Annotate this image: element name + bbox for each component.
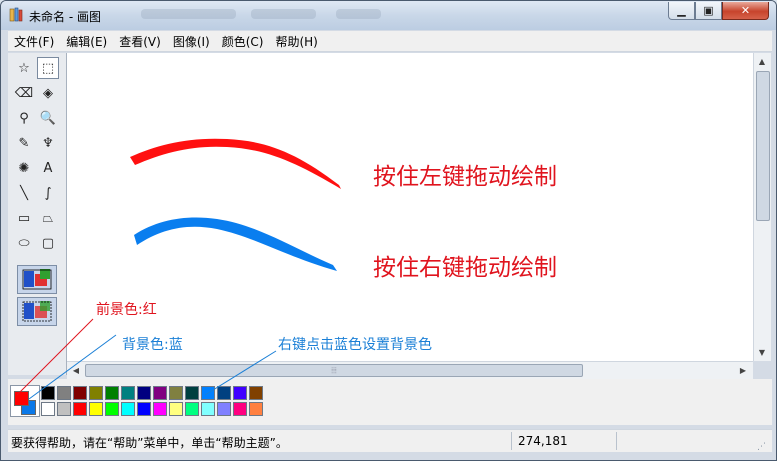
palette-swatch[interactable] xyxy=(73,402,87,416)
rect-select-icon[interactable]: ⬚ xyxy=(37,57,59,79)
palette-swatch[interactable] xyxy=(249,402,263,416)
ellipse-icon[interactable]: ⬭ xyxy=(13,232,35,254)
horizontal-scroll-thumb[interactable]: ⦙⦙⦙ xyxy=(85,364,583,377)
minimize-button[interactable]: ▁ xyxy=(668,2,695,20)
annotation-foreground: 前景色:红 xyxy=(96,302,157,318)
palette-swatch[interactable] xyxy=(185,402,199,416)
palette-swatch[interactable] xyxy=(233,402,247,416)
palette-swatch[interactable] xyxy=(217,402,231,416)
status-help-text: 要获得帮助，请在“帮助”菜单中，单击“帮助主题”。 xyxy=(11,436,288,450)
palette-swatch[interactable] xyxy=(233,386,247,400)
airbrush-icon[interactable]: ✺ xyxy=(13,157,35,179)
palette-swatch[interactable] xyxy=(57,402,71,416)
title-bar[interactable]: 未命名 - 画图 ▁ ▣ ✕ xyxy=(1,1,776,30)
palette-swatch[interactable] xyxy=(201,386,215,400)
palette-swatch[interactable] xyxy=(121,386,135,400)
palette-swatch[interactable] xyxy=(41,402,55,416)
palette-swatch[interactable] xyxy=(121,402,135,416)
rectangle-icon[interactable]: ▭ xyxy=(13,207,35,229)
tool-box: ☆ ⬚ ⌫ ◈ ⚲ 🔍 ✎ ♆ ✺ A ╲ ∫ ▭ ⏢ ⬭ ▢ xyxy=(8,53,67,375)
scroll-down-icon[interactable]: ▼ xyxy=(754,346,770,358)
fill-bucket-icon[interactable]: ◈ xyxy=(37,82,59,104)
status-divider xyxy=(616,432,617,450)
blue-stroke xyxy=(134,217,337,271)
rounded-rect-icon[interactable]: ▢ xyxy=(37,232,59,254)
title-blur-segment xyxy=(251,9,316,19)
palette-swatch[interactable] xyxy=(41,386,55,400)
canvas-text-blue: 按住右键拖动绘制 xyxy=(373,255,557,281)
menu-item-1[interactable]: 编辑(E) xyxy=(60,33,113,50)
tool-option-opaque[interactable] xyxy=(17,265,57,294)
palette-swatch[interactable] xyxy=(217,386,231,400)
eraser-icon[interactable]: ⌫ xyxy=(13,82,35,104)
palette-swatch[interactable] xyxy=(137,402,151,416)
palette-swatch[interactable] xyxy=(169,386,183,400)
foreground-color-box xyxy=(14,391,29,406)
paint-window: 未命名 - 画图 ▁ ▣ ✕ 文件(F) 编辑(E) 查看(V) 图像(I) 颜色(C)… xyxy=(0,0,777,461)
pencil-icon[interactable]: ✎ xyxy=(13,132,35,154)
palette-swatch[interactable] xyxy=(201,402,215,416)
title-blur-segment xyxy=(336,9,381,19)
palette-swatch[interactable] xyxy=(105,386,119,400)
palette-swatch[interactable] xyxy=(89,386,103,400)
palette-swatch[interactable] xyxy=(73,386,87,400)
maximize-button[interactable]: ▣ xyxy=(695,2,722,20)
vertical-scrollbar[interactable]: ▲ ▼ xyxy=(753,53,771,361)
menu-bar: 文件(F) 编辑(E) 查看(V) 图像(I) 颜色(C) 帮助(H) xyxy=(8,31,772,52)
text-icon[interactable]: A xyxy=(37,157,59,179)
palette-swatch[interactable] xyxy=(153,402,167,416)
color-picker-icon[interactable]: ⚲ xyxy=(13,107,35,129)
magnifier-icon[interactable]: 🔍 xyxy=(37,107,59,129)
annotation-background: 背景色:蓝 xyxy=(122,337,183,353)
palette-swatch[interactable] xyxy=(169,402,183,416)
menu-item-0[interactable]: 文件(F) xyxy=(8,33,60,50)
status-coordinates: 274,181 xyxy=(518,434,568,448)
vertical-scroll-thumb[interactable] xyxy=(756,71,770,221)
scroll-right-icon[interactable]: ▶ xyxy=(737,364,749,376)
palette-swatch[interactable] xyxy=(153,386,167,400)
drawing-canvas[interactable]: 按住左键拖动绘制 按住右键拖动绘制 xyxy=(67,53,753,361)
horizontal-scrollbar[interactable]: ◀ ⦙⦙⦙ ▶ xyxy=(67,361,753,379)
palette-swatch[interactable] xyxy=(249,386,263,400)
tool-option-transparent[interactable] xyxy=(17,297,57,326)
window-title: 未命名 - 画图 xyxy=(29,10,101,24)
annotation-tip: 右键点击蓝色设置背景色 xyxy=(278,337,432,353)
status-bar: 要获得帮助，请在“帮助”菜单中，单击“帮助主题”。 274,181 xyxy=(8,429,772,452)
opaque-option-icon xyxy=(22,269,52,290)
color-palette xyxy=(8,379,772,425)
canvas-scroll-area: 按住左键拖动绘制 按住右键拖动绘制 xyxy=(67,53,753,361)
canvas-drawing xyxy=(130,138,341,271)
palette-swatch[interactable] xyxy=(185,386,199,400)
brush-icon[interactable]: ♆ xyxy=(37,132,59,154)
resize-grip-icon[interactable]: ⋰ xyxy=(757,442,766,452)
menu-item-5[interactable]: 帮助(H) xyxy=(269,33,323,50)
palette-swatch[interactable] xyxy=(137,386,151,400)
line-icon[interactable]: ╲ xyxy=(13,182,35,204)
scroll-up-icon[interactable]: ▲ xyxy=(754,55,770,67)
menu-item-3[interactable]: 图像(I) xyxy=(167,33,216,50)
close-button[interactable]: ✕ xyxy=(722,2,769,20)
status-divider xyxy=(511,432,512,450)
palette-swatch[interactable] xyxy=(57,386,71,400)
scroll-left-icon[interactable]: ◀ xyxy=(70,364,82,376)
polygon-icon[interactable]: ⏢ xyxy=(37,207,59,229)
current-colors[interactable] xyxy=(10,385,40,417)
menu-item-4[interactable]: 颜色(C) xyxy=(216,33,270,50)
canvas-text-red: 按住左键拖动绘制 xyxy=(373,164,557,190)
palette-swatch[interactable] xyxy=(105,402,119,416)
title-blur-segment xyxy=(141,9,236,19)
transparent-option-icon xyxy=(22,301,52,322)
palette-swatch[interactable] xyxy=(89,402,103,416)
free-select-icon[interactable]: ☆ xyxy=(13,57,35,79)
red-stroke xyxy=(130,138,341,189)
paint-app-icon xyxy=(9,7,23,22)
curve-icon[interactable]: ∫ xyxy=(37,182,59,204)
menu-item-2[interactable]: 查看(V) xyxy=(113,33,167,50)
